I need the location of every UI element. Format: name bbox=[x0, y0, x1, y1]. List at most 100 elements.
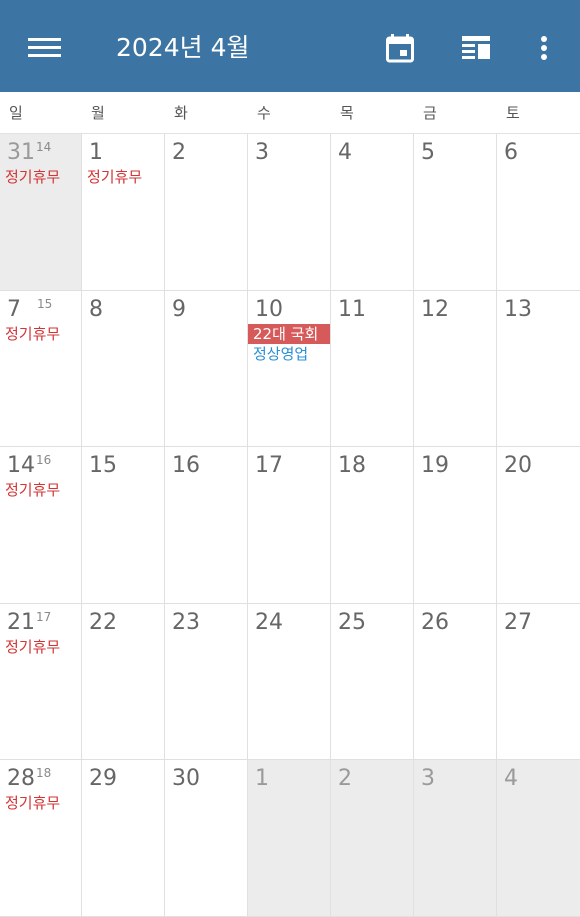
day-number: 16 bbox=[172, 453, 200, 478]
day-number: 12 bbox=[421, 297, 449, 322]
day-number: 7 bbox=[7, 297, 21, 322]
day-number: 4 bbox=[504, 766, 518, 791]
day-cell[interactable]: 12 bbox=[414, 291, 497, 447]
day-number: 4 bbox=[338, 140, 352, 165]
day-cell[interactable]: 10 22대 국회 정상영업 bbox=[248, 291, 331, 447]
app-bar: 2024년 4월 bbox=[0, 0, 580, 92]
day-number: 3 bbox=[255, 140, 269, 165]
day-number: 15 bbox=[89, 453, 117, 478]
day-cell[interactable]: 26 bbox=[414, 604, 497, 760]
day-number: 11 bbox=[338, 297, 366, 322]
event-item[interactable]: 정상영업 bbox=[248, 344, 330, 364]
day-cell[interactable]: 3 bbox=[248, 134, 331, 291]
day-cell[interactable]: 31 14 정기휴무 bbox=[0, 134, 82, 291]
day-cell[interactable]: 16 bbox=[165, 447, 248, 604]
lunar-date: 14 bbox=[36, 140, 52, 154]
weekday-label: 금 bbox=[423, 104, 437, 122]
day-cell[interactable]: 20 bbox=[497, 447, 580, 604]
day-cell[interactable]: 4 bbox=[331, 134, 414, 291]
day-cell[interactable]: 30 bbox=[165, 760, 248, 917]
day-cell[interactable]: 2 bbox=[165, 134, 248, 291]
event-list: 정기휴무 bbox=[0, 793, 81, 813]
day-number: 18 bbox=[338, 453, 366, 478]
day-number: 19 bbox=[421, 453, 449, 478]
day-cell[interactable]: 11 bbox=[331, 291, 414, 447]
day-cell[interactable]: 27 bbox=[497, 604, 580, 760]
month-grid: 31 14 정기휴무 1 정기휴무 2 3 4 5 6 7 15 정기휴무 8 9 10 22대 국회 정상영업 1… bbox=[0, 134, 580, 917]
lunar-date: 15 bbox=[37, 297, 53, 311]
event-item[interactable]: 정기휴무 bbox=[0, 324, 81, 344]
day-cell[interactable]: 9 bbox=[165, 291, 248, 447]
event-item[interactable]: 정기휴무 bbox=[0, 637, 81, 657]
day-number: 23 bbox=[172, 610, 200, 635]
day-cell[interactable]: 8 bbox=[82, 291, 165, 447]
day-cell[interactable]: 1 정기휴무 bbox=[82, 134, 165, 291]
day-number: 8 bbox=[89, 297, 103, 322]
day-cell[interactable]: 2 bbox=[331, 760, 414, 917]
event-list: 정기휴무 bbox=[0, 324, 81, 344]
weekday-label: 목 bbox=[340, 104, 354, 122]
day-cell[interactable]: 6 bbox=[497, 134, 580, 291]
event-item[interactable]: 정기휴무 bbox=[0, 480, 81, 500]
day-number: 2 bbox=[338, 766, 352, 791]
event-item[interactable]: 정기휴무 bbox=[82, 167, 164, 187]
weekday-label: 월 bbox=[91, 104, 105, 122]
day-number: 14 bbox=[7, 453, 35, 478]
day-cell[interactable]: 13 bbox=[497, 291, 580, 447]
lunar-date: 16 bbox=[36, 453, 52, 467]
weekday-header: 일 월 화 수 목 금 토 bbox=[0, 92, 580, 134]
day-number: 27 bbox=[504, 610, 532, 635]
day-number: 17 bbox=[255, 453, 283, 478]
event-list: 22대 국회 정상영업 bbox=[248, 324, 330, 364]
event-item[interactable]: 정기휴무 bbox=[0, 793, 81, 813]
day-number: 30 bbox=[172, 766, 200, 791]
event-item[interactable]: 정기휴무 bbox=[0, 167, 81, 187]
day-cell[interactable]: 14 16 정기휴무 bbox=[0, 447, 82, 604]
day-number: 28 bbox=[7, 766, 35, 791]
calendar-today-icon bbox=[386, 34, 414, 63]
day-cell[interactable]: 5 bbox=[414, 134, 497, 291]
day-cell[interactable]: 4 bbox=[497, 760, 580, 917]
more-options-button[interactable] bbox=[520, 24, 568, 72]
day-cell[interactable]: 19 bbox=[414, 447, 497, 604]
day-cell[interactable]: 18 bbox=[331, 447, 414, 604]
day-cell[interactable]: 24 bbox=[248, 604, 331, 760]
day-number: 20 bbox=[504, 453, 532, 478]
day-cell[interactable]: 28 18 정기휴무 bbox=[0, 760, 82, 917]
day-cell[interactable]: 22 bbox=[82, 604, 165, 760]
today-button[interactable] bbox=[376, 24, 424, 72]
day-number: 1 bbox=[255, 766, 269, 791]
day-cell[interactable]: 21 17 정기휴무 bbox=[0, 604, 82, 760]
weekday-label: 수 bbox=[257, 104, 271, 122]
day-cell[interactable]: 23 bbox=[165, 604, 248, 760]
day-number: 21 bbox=[7, 610, 35, 635]
lunar-date: 18 bbox=[36, 766, 52, 780]
day-cell[interactable]: 29 bbox=[82, 760, 165, 917]
day-number: 1 bbox=[89, 140, 103, 165]
event-item[interactable]: 22대 국회 bbox=[248, 324, 330, 344]
day-cell[interactable]: 1 bbox=[248, 760, 331, 917]
day-number: 10 bbox=[255, 297, 283, 322]
event-list: 정기휴무 bbox=[0, 480, 81, 500]
event-list: 정기휴무 bbox=[0, 637, 81, 657]
more-vert-icon bbox=[541, 36, 547, 60]
day-number: 25 bbox=[338, 610, 366, 635]
day-cell[interactable]: 17 bbox=[248, 447, 331, 604]
day-number: 6 bbox=[504, 140, 518, 165]
menu-button[interactable] bbox=[18, 28, 72, 68]
day-cell[interactable]: 15 bbox=[82, 447, 165, 604]
event-list: 정기휴무 bbox=[82, 167, 164, 187]
menu-icon bbox=[28, 38, 61, 57]
day-number: 9 bbox=[172, 297, 186, 322]
day-number: 24 bbox=[255, 610, 283, 635]
day-number: 5 bbox=[421, 140, 435, 165]
event-list: 정기휴무 bbox=[0, 167, 81, 187]
day-number: 22 bbox=[89, 610, 117, 635]
day-number: 2 bbox=[172, 140, 186, 165]
day-number: 29 bbox=[89, 766, 117, 791]
day-cell[interactable]: 25 bbox=[331, 604, 414, 760]
view-layout-button[interactable] bbox=[452, 24, 500, 72]
month-title[interactable]: 2024년 4월 bbox=[116, 28, 249, 68]
day-cell[interactable]: 7 15 정기휴무 bbox=[0, 291, 82, 447]
day-cell[interactable]: 3 bbox=[414, 760, 497, 917]
